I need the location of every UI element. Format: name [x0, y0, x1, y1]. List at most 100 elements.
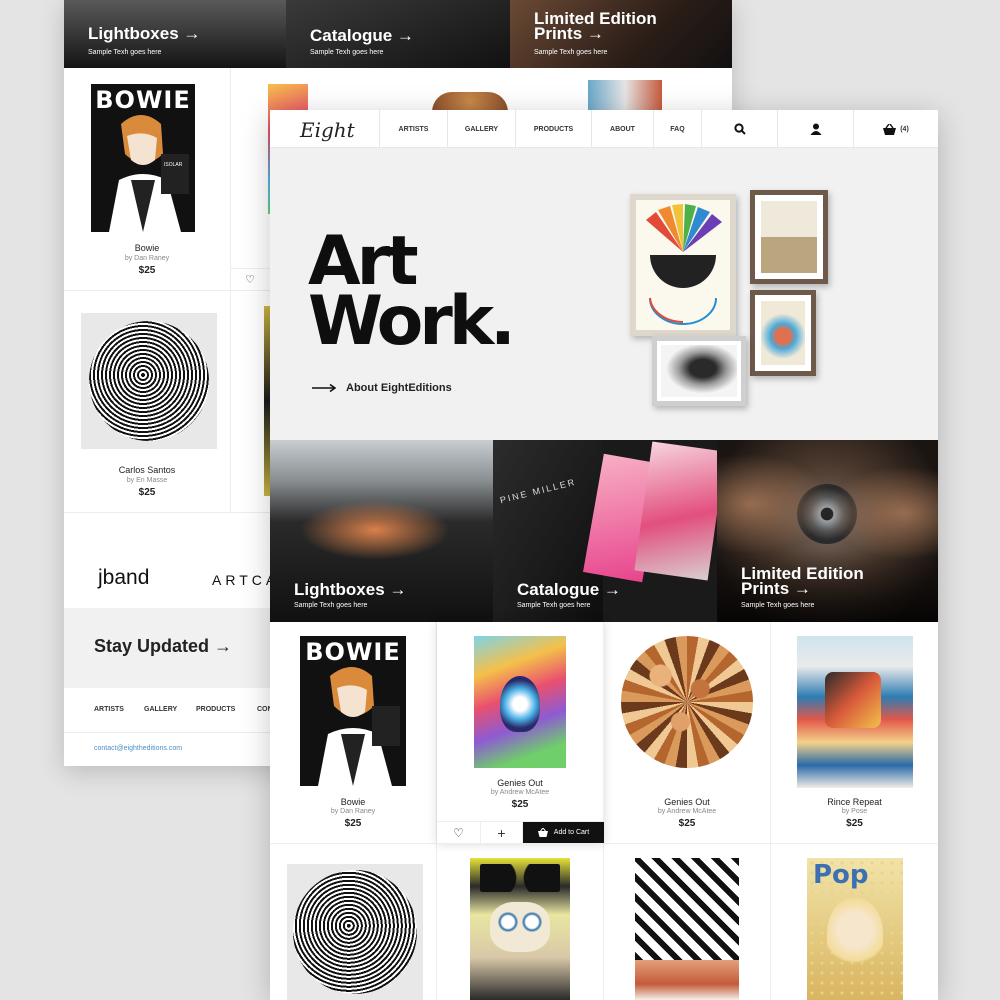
- product-image-geometric[interactable]: [635, 858, 739, 1000]
- top-navigation: Eight ARTISTS GALLERY PRODUCTS ABOUT FAQ…: [270, 110, 938, 148]
- mouse-ears: [480, 864, 560, 892]
- product-card-genies-out-2[interactable]: Genies Out by Andrew McAtee $25: [604, 622, 771, 844]
- product-card[interactable]: [437, 844, 604, 1000]
- product-price: $25: [138, 487, 156, 498]
- promo-title: Catalogue →: [517, 580, 621, 599]
- promo-limited-edition[interactable]: Limited Edition Prints → Sample Texh goe…: [510, 0, 732, 68]
- product-price: $25: [511, 799, 529, 810]
- plus-icon: +: [497, 824, 506, 841]
- product-image-rince[interactable]: [588, 80, 662, 110]
- wishlist-button[interactable]: ♡: [437, 822, 481, 843]
- basket-icon: [883, 123, 897, 135]
- product-image-faces[interactable]: [432, 92, 508, 112]
- framed-art-bear: [750, 290, 816, 376]
- product-name: Genies Out: [664, 797, 710, 807]
- product-image-rince-repeat[interactable]: [796, 636, 913, 788]
- nav-faq[interactable]: FAQ: [653, 110, 701, 148]
- product-price: $25: [138, 265, 156, 276]
- nav-products[interactable]: PRODUCTS: [515, 110, 591, 148]
- product-name: Genies Out: [497, 778, 543, 788]
- site-logo[interactable]: Eight: [300, 118, 355, 142]
- product-info: Rince Repeat by Pose $25: [771, 797, 938, 829]
- footer-nav-artists[interactable]: ARTISTS: [94, 706, 124, 713]
- product-info: Genies Out by Andrew McAtee $25: [437, 778, 603, 810]
- product-image-faces[interactable]: [621, 636, 753, 768]
- promo-subtitle: Sample Texh goes here: [294, 602, 368, 609]
- footer-nav-gallery[interactable]: GALLERY: [144, 706, 177, 713]
- about-link[interactable]: About EightEditions: [312, 382, 452, 394]
- promo-title: Catalogue →: [310, 26, 414, 45]
- promo-catalogue[interactable]: Catalogue → Sample Texh goes here: [286, 0, 510, 68]
- cart-count: (4): [900, 125, 909, 133]
- partner-logo-jband: jband: [98, 566, 150, 589]
- product-artist: by Pose: [841, 808, 868, 815]
- circle-art: [293, 870, 417, 994]
- product-image-carlos[interactable]: [81, 313, 217, 449]
- nav-gallery[interactable]: GALLERY: [447, 110, 515, 148]
- promo-lightboxes[interactable]: Lightboxes → Sample Texh goes here: [270, 440, 493, 622]
- product-actions: ♡ + Add to Cart: [437, 821, 604, 843]
- poster-title: Pop: [813, 860, 869, 890]
- footer-nav-products[interactable]: PRODUCTS: [196, 706, 235, 713]
- product-name: Rince Repeat: [827, 797, 882, 807]
- bowie-illustration: [318, 667, 400, 786]
- product-price: $25: [846, 818, 863, 829]
- promo-subtitle: Sample Texh goes here: [310, 49, 384, 56]
- heart-icon: ♡: [453, 825, 464, 840]
- product-card[interactable]: [604, 844, 771, 1000]
- hero-title-line: Work.: [308, 282, 516, 361]
- basket-icon: [537, 828, 548, 837]
- nav-artists[interactable]: ARTISTS: [379, 110, 447, 148]
- promo-subtitle: Sample Texh goes here: [517, 602, 591, 609]
- add-more-button[interactable]: +: [481, 822, 523, 843]
- promo-title-line: Prints →: [741, 579, 811, 598]
- promo-lightboxes[interactable]: Lightboxes → Sample Texh goes here: [64, 0, 286, 68]
- arrow-right-icon: [312, 384, 336, 392]
- framed-art-rainbow: [630, 194, 736, 336]
- nav-about[interactable]: ABOUT: [591, 110, 653, 148]
- product-card[interactable]: Pop: [771, 844, 938, 1000]
- promo-catalogue[interactable]: PINE MILLER Catalogue → Sample Texh goes…: [493, 440, 717, 622]
- framed-art-landscape: [750, 190, 828, 284]
- product-image-pop[interactable]: Pop: [807, 858, 903, 1000]
- product-card-genies-out[interactable]: Genies Out by Andrew McAtee $25 ♡ + Add …: [437, 622, 604, 844]
- product-image-genies-out[interactable]: [474, 636, 566, 768]
- about-link-label: About EightEditions: [346, 382, 452, 394]
- portrait-art: [661, 345, 737, 397]
- promo-title: Limited Edition Prints →: [534, 9, 657, 43]
- hero-section: Art Work. About EightEditions: [270, 148, 938, 440]
- account-button[interactable]: [777, 110, 853, 148]
- framed-art-portrait: [652, 336, 746, 406]
- product-image-carlos[interactable]: [287, 864, 423, 1000]
- promo-title: Lightboxes →: [294, 580, 407, 599]
- mouse-face: [490, 902, 550, 952]
- product-name: Bowie: [340, 797, 366, 807]
- product-card-rince-repeat[interactable]: Rince Repeat by Pose $25: [771, 622, 938, 844]
- product-artist: by Andrew McAtee: [657, 808, 717, 815]
- wishlist-button[interactable]: ♡: [230, 268, 270, 290]
- promo-title: Limited Edition Prints →: [741, 565, 864, 598]
- svg-text:ISOLAR: ISOLAR: [164, 162, 183, 168]
- lightbox-glow: [300, 500, 450, 560]
- product-image-bowie[interactable]: BOWIE: [300, 636, 406, 786]
- product-price: $25: [678, 818, 696, 829]
- promo-limited-edition[interactable]: Limited Edition Prints → Sample Texh goe…: [717, 440, 938, 622]
- bowie-illustration: ISOLAR: [109, 115, 189, 232]
- promo-subtitle: Sample Texh goes here: [534, 49, 608, 56]
- promo-subtitle: Sample Texh goes here: [741, 602, 815, 609]
- product-card-bowie[interactable]: BOWIE Bowie by Dan Raney $25: [270, 622, 437, 844]
- stay-updated-link[interactable]: Stay Updated →: [94, 636, 232, 657]
- add-to-cart-button[interactable]: Add to Cart: [523, 822, 604, 843]
- product-image-mouse[interactable]: [470, 858, 570, 1000]
- product-image-bowie[interactable]: BOWIE ISOLAR: [91, 84, 195, 232]
- marilyn-figure: [827, 898, 883, 978]
- product-price: $25: [344, 818, 362, 829]
- search-button[interactable]: [701, 110, 777, 148]
- cart-button[interactable]: (4): [853, 110, 938, 148]
- product-info: Carlos Santos by En Masse $25: [64, 465, 230, 498]
- product-info: Bowie by Dan Raney $25: [64, 243, 230, 276]
- add-to-cart-label: Add to Cart: [553, 829, 590, 836]
- contact-email-link[interactable]: contact@eightheditions.com: [94, 745, 182, 752]
- product-card[interactable]: [270, 844, 437, 1000]
- product-artist: by En Masse: [126, 477, 168, 484]
